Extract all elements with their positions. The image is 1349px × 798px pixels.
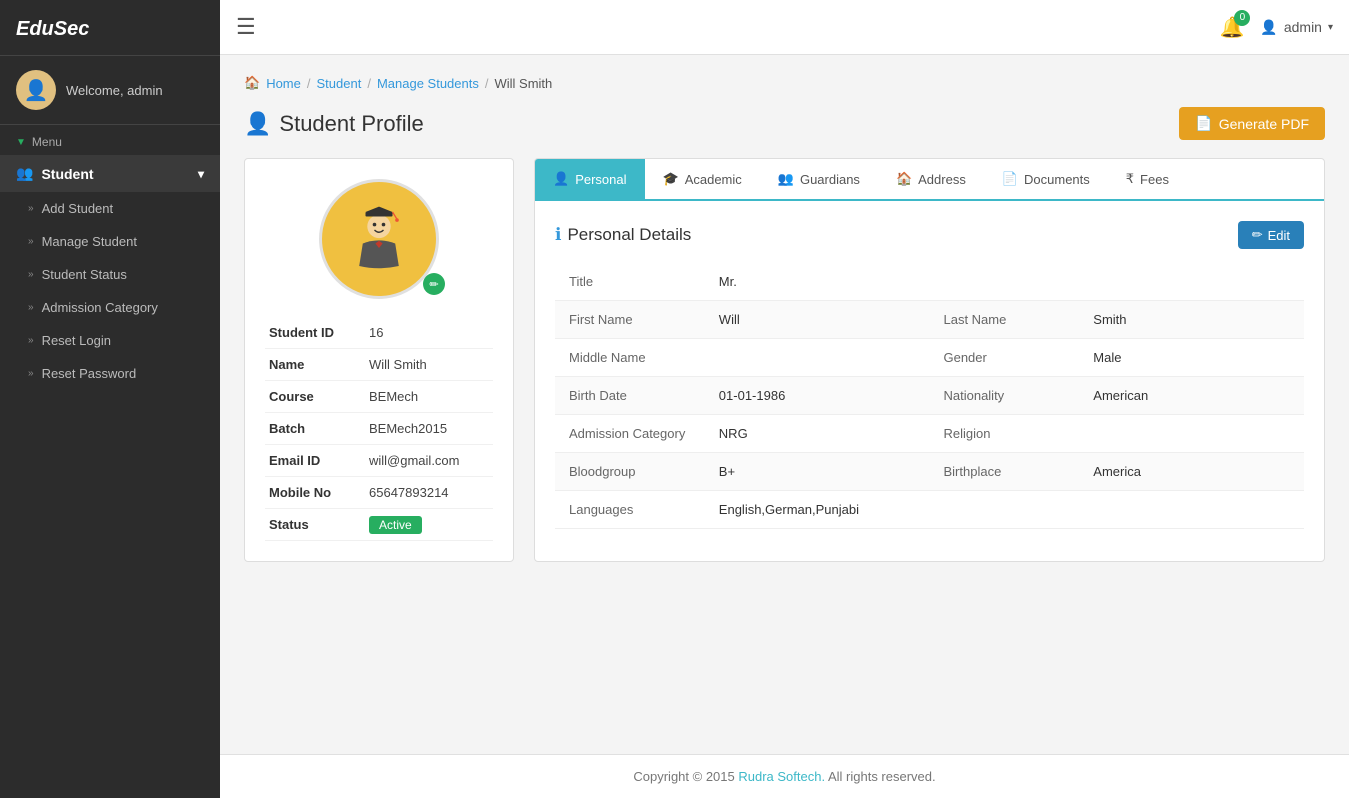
user-icon: 👤 bbox=[1260, 19, 1277, 36]
tab-academic[interactable]: 🎓 Academic bbox=[645, 159, 760, 201]
breadcrumb: 🏠 Home / Student / Manage Students / Wil… bbox=[244, 75, 1325, 91]
company-link[interactable]: Rudra Softech. bbox=[738, 769, 825, 784]
course-value: BEMech bbox=[365, 381, 493, 413]
tabs-panel: 👤 Personal 🎓 Academic 👥 Guardians � bbox=[534, 158, 1325, 562]
personal-details-table: Title Mr. First Name Will Last Name Smit… bbox=[555, 263, 1304, 529]
table-row: Middle Name Gender Male bbox=[555, 339, 1304, 377]
footer: Copyright © 2015 Rudra Softech. All righ… bbox=[220, 754, 1349, 798]
caret-down-icon: ▾ bbox=[1328, 22, 1333, 33]
sidebar: EduSec 👤 Welcome, admin ▼ Menu 👥 Student… bbox=[0, 0, 220, 798]
batch-label: Batch bbox=[265, 413, 365, 445]
student-id-value: 16 bbox=[365, 317, 493, 349]
topnav: ☰ 🔔 0 👤 admin ▾ bbox=[220, 0, 1349, 55]
table-row: Title Mr. bbox=[555, 263, 1304, 301]
student-id-label: Student ID bbox=[265, 317, 365, 349]
sidebar-item-reset-login[interactable]: » Reset Login bbox=[0, 324, 220, 357]
avatar: 👤 bbox=[16, 70, 56, 110]
personal-details-title: ℹ Personal Details bbox=[555, 225, 691, 245]
edit-icon: ✏ bbox=[1252, 227, 1263, 243]
mobile-value: 65647893214 bbox=[365, 477, 493, 509]
tab-content-personal: ℹ Personal Details ✏ Edit Title M bbox=[535, 201, 1324, 549]
student-icon: 👤 bbox=[244, 111, 271, 137]
table-row: Birth Date 01-01-1986 Nationality Americ… bbox=[555, 377, 1304, 415]
tabs-header: 👤 Personal 🎓 Academic 👥 Guardians � bbox=[535, 159, 1324, 201]
breadcrumb-home[interactable]: Home bbox=[266, 76, 301, 91]
notification-button[interactable]: 🔔 0 bbox=[1219, 15, 1244, 40]
tab-fees[interactable]: ₹ Fees bbox=[1108, 159, 1187, 201]
sidebar-item-admission-category[interactable]: » Admission Category bbox=[0, 291, 220, 324]
chevron-right-icon: » bbox=[28, 269, 34, 280]
fees-icon: ₹ bbox=[1126, 171, 1134, 187]
breadcrumb-current: Will Smith bbox=[494, 76, 552, 91]
hamburger-icon[interactable]: ☰ bbox=[236, 14, 256, 40]
student-group-icon: 👥 bbox=[16, 165, 33, 182]
chevron-right-icon: » bbox=[28, 368, 34, 379]
chevron-right-icon: » bbox=[28, 236, 34, 247]
info-icon: ℹ bbox=[555, 225, 561, 245]
batch-value: BEMech2015 bbox=[365, 413, 493, 445]
tab-guardians[interactable]: 👥 Guardians bbox=[760, 159, 878, 201]
profile-card: ✏ Student ID 16 Name Will Smith bbox=[244, 158, 514, 562]
breadcrumb-manage-students[interactable]: Manage Students bbox=[377, 76, 479, 91]
admin-dropdown[interactable]: 👤 admin ▾ bbox=[1260, 19, 1333, 36]
breadcrumb-student[interactable]: Student bbox=[317, 76, 362, 91]
chevron-icon: ▾ bbox=[198, 167, 204, 181]
page-title: 👤 Student Profile bbox=[244, 111, 424, 137]
generate-pdf-button[interactable]: 📄 Generate PDF bbox=[1179, 107, 1325, 140]
avatar-wrap: ✏ bbox=[265, 179, 493, 299]
email-label: Email ID bbox=[265, 445, 365, 477]
course-label: Course bbox=[265, 381, 365, 413]
address-icon: 🏠 bbox=[896, 171, 912, 187]
welcome-text: Welcome, admin bbox=[66, 83, 163, 98]
sidebar-item-student-status[interactable]: » Student Status bbox=[0, 258, 220, 291]
sidebar-section-student[interactable]: 👥 Student ▾ bbox=[0, 155, 220, 192]
admin-label: admin bbox=[1284, 19, 1322, 35]
pdf-icon: 📄 bbox=[1195, 115, 1212, 132]
app-logo: EduSec bbox=[0, 0, 220, 56]
email-value: will@gmail.com bbox=[365, 445, 493, 477]
mobile-label: Mobile No bbox=[265, 477, 365, 509]
chevron-right-icon: » bbox=[28, 335, 34, 346]
chevron-right-icon: » bbox=[28, 302, 34, 313]
name-label: Name bbox=[265, 349, 365, 381]
sidebar-item-manage-student[interactable]: » Manage Student bbox=[0, 225, 220, 258]
guardian-icon: 👥 bbox=[778, 171, 794, 187]
notif-badge: 0 bbox=[1234, 10, 1250, 26]
status-value: Active bbox=[365, 509, 493, 541]
menu-label: ▼ Menu bbox=[0, 125, 220, 155]
table-row: First Name Will Last Name Smith bbox=[555, 301, 1304, 339]
sidebar-item-add-student[interactable]: » Add Student bbox=[0, 192, 220, 225]
profile-info: Student ID 16 Name Will Smith Course BEM… bbox=[265, 317, 493, 541]
sidebar-item-reset-password[interactable]: » Reset Password bbox=[0, 357, 220, 390]
personal-icon: 👤 bbox=[553, 171, 569, 187]
tab-address[interactable]: 🏠 Address bbox=[878, 159, 984, 201]
name-value: Will Smith bbox=[365, 349, 493, 381]
page-header: 👤 Student Profile 📄 Generate PDF bbox=[244, 107, 1325, 140]
table-row: Bloodgroup B+ Birthplace America bbox=[555, 453, 1304, 491]
chevron-right-icon: » bbox=[28, 203, 34, 214]
sidebar-user: 👤 Welcome, admin bbox=[0, 56, 220, 125]
avatar-circle bbox=[319, 179, 439, 299]
avatar-edit-button[interactable]: ✏ bbox=[423, 273, 445, 295]
academic-icon: 🎓 bbox=[663, 171, 679, 187]
home-icon: 🏠 bbox=[244, 75, 260, 91]
status-label: Status bbox=[265, 509, 365, 541]
tab-content-header: ℹ Personal Details ✏ Edit bbox=[555, 221, 1304, 249]
table-row: Admission Category NRG Religion bbox=[555, 415, 1304, 453]
tab-personal[interactable]: 👤 Personal bbox=[535, 159, 645, 201]
document-icon: 📄 bbox=[1002, 171, 1018, 187]
tab-documents[interactable]: 📄 Documents bbox=[984, 159, 1108, 201]
edit-button[interactable]: ✏ Edit bbox=[1238, 221, 1304, 249]
profile-layout: ✏ Student ID 16 Name Will Smith bbox=[244, 158, 1325, 562]
table-row: Languages English,German,Punjabi bbox=[555, 491, 1304, 529]
